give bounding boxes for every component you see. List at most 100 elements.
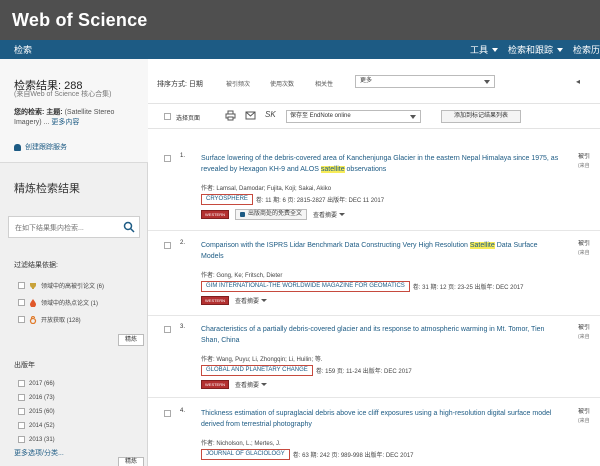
year-option[interactable]: 2014 (52)	[18, 422, 55, 429]
record-source: CRYOSPHERE 卷: 11 期: 6 页: 2815-2827 出版年: …	[201, 194, 384, 205]
nav-bar: 检索 工具 检索和跟踪 检索历	[0, 40, 600, 59]
record-source: GIM INTERNATIONAL-THE WORLDWIDE MAGAZINE…	[201, 281, 524, 292]
checkbox[interactable]	[18, 408, 25, 415]
divider	[148, 230, 600, 231]
sidebar: 检索结果: 288 (来自Web of Science 核心合集) 您的检索: …	[0, 59, 148, 466]
record-title[interactable]: Thickness estimation of supraglacial deb…	[201, 408, 561, 430]
record-title[interactable]: Characteristics of a partially debris-co…	[201, 324, 561, 346]
chevron-down-icon	[556, 47, 563, 52]
chevron-down-icon	[491, 47, 498, 52]
nav-tools-menu[interactable]: 工具	[470, 43, 498, 56]
times-cited: 被引 (来自	[578, 154, 591, 169]
year-filter-title: 出版年	[14, 362, 35, 369]
view-abstract-link[interactable]: 查看摘要	[235, 296, 268, 305]
more-options-link[interactable]: 更多选项/分类...	[14, 448, 64, 458]
filter-title: 过滤结果依据:	[14, 262, 58, 269]
nav-right-menu: 工具 检索和跟踪 检索历	[470, 43, 600, 56]
highlight-term: satellite	[320, 166, 345, 173]
select-page-checkbox[interactable]	[164, 113, 171, 120]
publisher-logo[interactable]: WESTERN SYDNEY	[201, 380, 229, 394]
filter-hot-papers[interactable]: 领域中的热点论文 (1)	[18, 298, 98, 307]
select-page-label: 选择页面	[176, 116, 201, 122]
refine-search-box	[8, 216, 140, 239]
record-authors: 作者: Nicholson, L.; Mertes, J.	[201, 441, 281, 447]
sort-label[interactable]: 排序方式: 日期	[157, 79, 203, 89]
print-icon[interactable]	[225, 110, 236, 121]
bell-icon	[14, 143, 21, 151]
save-to-select[interactable]: 保存至 EndNote online	[286, 110, 421, 123]
journal-name[interactable]: GIM INTERNATIONAL-THE WORLDWIDE MAGAZINE…	[201, 281, 410, 292]
trophy-icon	[30, 282, 36, 289]
brand-bar: Web of Science	[0, 0, 600, 40]
sort-more-select[interactable]: 更多	[355, 75, 495, 88]
current-search: 您的检索: 主题: (Satellite Stereo Imagery) ...…	[14, 109, 115, 126]
journal-name[interactable]: JOURNAL OF GLACIOLOGY	[201, 449, 290, 460]
record-title[interactable]: Comparison with the ISPRS Lidar Benchmar…	[201, 240, 561, 262]
year-option[interactable]: 2015 (60)	[18, 408, 55, 415]
sort-by-usage[interactable]: 使用次数	[270, 79, 294, 88]
results-toolbar: 选择页面 SK 保存至 EndNote online 添加到标记结果列表	[148, 103, 600, 129]
publisher-logo[interactable]: WESTERN SYDNEY	[201, 210, 229, 224]
result-summary: 检索结果: 288 (来自Web of Science 核心合集) 您的检索: …	[0, 59, 148, 163]
record-checkbox[interactable]	[164, 155, 171, 162]
year-option[interactable]: 2016 (73)	[18, 394, 55, 401]
search-icon[interactable]	[123, 221, 135, 233]
nav-history-menu[interactable]: 检索历	[573, 43, 600, 56]
checkbox[interactable]	[18, 316, 25, 323]
brand-logo[interactable]: Web of Science	[12, 10, 148, 31]
record-actions: WESTERN SYDNEY 查看摘要	[201, 296, 268, 310]
free-full-text-button[interactable]: 出版商处的免费全文	[235, 209, 308, 220]
year-option[interactable]: 2017 (66)	[18, 380, 55, 387]
add-to-marked-list-button[interactable]: 添加到标记结果列表	[441, 110, 521, 123]
publisher-logo[interactable]: WESTERN SYDNEY	[201, 296, 229, 310]
checkbox[interactable]	[18, 394, 25, 401]
view-abstract-link[interactable]: 查看摘要	[313, 210, 346, 219]
create-alert-link[interactable]: 创建跟踪服务	[14, 142, 67, 152]
chevron-down-icon	[261, 299, 268, 302]
record-actions: WESTERN SYDNEY 查看摘要	[201, 380, 268, 394]
more-content-link[interactable]: 更多内容	[51, 119, 79, 126]
sk-button[interactable]: SK	[265, 110, 276, 119]
nav-search-track-menu[interactable]: 检索和跟踪	[508, 43, 563, 56]
refine-search-input[interactable]	[9, 218, 117, 239]
sort-by-relevance[interactable]: 相关性	[315, 79, 333, 88]
year-option[interactable]: 2013 (31)	[18, 436, 55, 443]
email-icon[interactable]	[245, 110, 256, 121]
record-authors: 作者: Lamsal, Damodar; Fujita, Koji; Sakai…	[201, 186, 332, 192]
record-checkbox[interactable]	[164, 326, 171, 333]
checkbox[interactable]	[18, 282, 25, 289]
sort-by-citations[interactable]: 被引频次	[226, 79, 250, 88]
record-checkbox[interactable]	[164, 410, 171, 417]
filter-open-access[interactable]: 开放获取 (128)	[18, 315, 81, 324]
result-source: (来自Web of Science 核心合集)	[14, 91, 112, 98]
chevron-down-icon	[261, 383, 268, 386]
results-panel: 排序方式: 日期 被引频次 使用次数 相关性 更多 ◂ 选择页面 SK 保存至 …	[148, 59, 600, 466]
record-source: JOURNAL OF GLACIOLOGY 卷: 63 期: 242 页: 98…	[201, 449, 414, 460]
record-source: GLOBAL AND PLANETARY CHANGE 卷: 159 页: 11…	[201, 365, 412, 376]
record-title[interactable]: Surface lowering of the debris-covered a…	[201, 153, 561, 175]
checkbox[interactable]	[18, 422, 25, 429]
checkbox[interactable]	[18, 436, 25, 443]
refine-button-2[interactable]: 精炼	[118, 457, 144, 466]
record-number: 1.	[180, 153, 186, 159]
divider	[148, 397, 600, 398]
times-cited: 被引 (来自	[578, 409, 591, 424]
filter-highly-cited[interactable]: 领域中的高被引论文 (6)	[18, 281, 104, 290]
record-checkbox[interactable]	[164, 242, 171, 249]
view-abstract-link[interactable]: 查看摘要	[235, 380, 268, 389]
times-cited: 被引 (来自	[578, 325, 591, 340]
fire-icon	[30, 298, 36, 307]
record-authors: 作者: Wang, Puyu; Li, Zhongqin; Li, Huilin…	[201, 357, 323, 363]
prev-page-icon[interactable]: ◂	[576, 77, 580, 86]
record-authors: 作者: Gong, Ke; Fritsch, Dieter	[201, 273, 283, 279]
nav-search-link[interactable]: 检索	[14, 43, 32, 56]
web-of-science-page: Web of Science 检索 工具 检索和跟踪 检索历 检索结果: 288…	[0, 0, 600, 466]
times-cited: 被引 (来自	[578, 241, 591, 256]
refine-button[interactable]: 精炼	[118, 334, 144, 346]
chevron-down-icon	[339, 213, 346, 216]
refine-title: 精炼检索结果	[14, 183, 80, 195]
checkbox[interactable]	[18, 299, 25, 306]
checkbox[interactable]	[18, 380, 25, 387]
journal-name[interactable]: CRYOSPHERE	[201, 194, 253, 205]
journal-name[interactable]: GLOBAL AND PLANETARY CHANGE	[201, 365, 313, 376]
